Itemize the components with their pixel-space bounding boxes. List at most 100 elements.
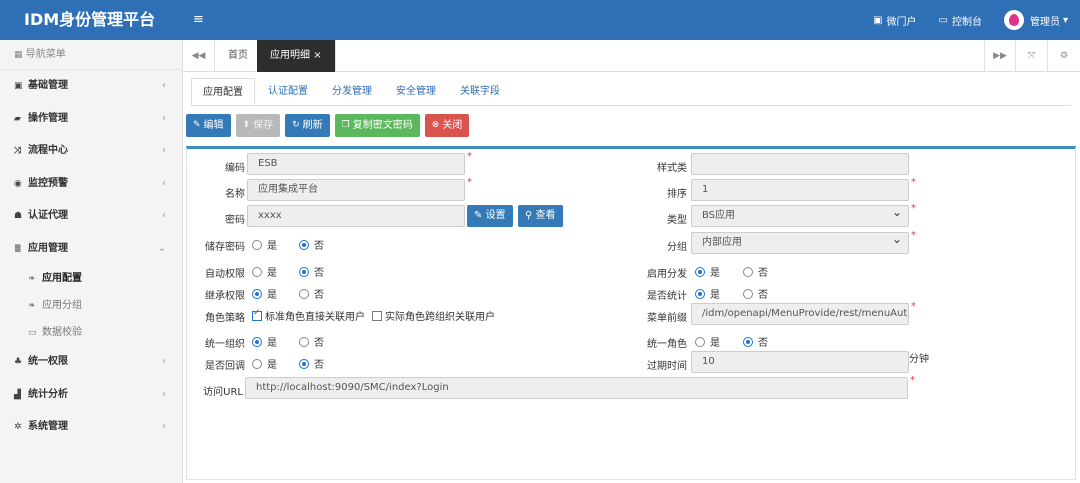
url-field[interactable]: http://localhost:9090/SMC/index?Login [245, 377, 908, 399]
sidebar-item-operation[interactable]: ▰ 操作管理 ‹ [0, 103, 182, 136]
scroll-right-icon[interactable]: ▶▶ [984, 40, 1016, 72]
role-policy-actual-checkbox[interactable]: 实际角色跨组织关联用户 [372, 308, 495, 323]
upload-icon: ⬆ [242, 120, 251, 130]
sidebar-item-flow[interactable]: ⤨ 流程中心 ‹ [0, 135, 182, 168]
callback-no[interactable]: 否 [299, 356, 324, 371]
name-field[interactable]: 应用集成平台 [247, 179, 465, 201]
tab-app-detail[interactable]: 应用明细 × [257, 40, 336, 72]
sidebar-item-auth-proxy[interactable]: ☗ 认证代理 ‹ [0, 200, 182, 233]
group-label: 分组 [667, 242, 687, 253]
edit-icon: ✎ [474, 210, 486, 221]
sidebar-item-statistics[interactable]: ▟ 统计分析 ‹ [0, 379, 182, 412]
store-password-no[interactable]: 否 [299, 237, 324, 252]
close-circle-icon: ⊗ [431, 120, 440, 130]
top-right-nav: ▣ 微门户 ▭ 控制台 管理员 ▾ [851, 0, 1068, 40]
sidebar-item-permission[interactable]: ♣ 统一权限 ‹ [0, 346, 182, 379]
save-button[interactable]: ⬆ 保存 [235, 114, 281, 137]
callback-label: 是否回调 [205, 361, 245, 372]
order-field[interactable]: 1 [691, 179, 909, 201]
app-title: IDM身份管理平台 [24, 10, 156, 29]
password-field[interactable]: xxxx [247, 205, 465, 227]
gear-icon[interactable]: ⚙ [1048, 40, 1080, 72]
top-bar: IDM身份管理平台 ≡ ▣ 微门户 ▭ 控制台 管理员 ▾ [0, 0, 1080, 40]
enable-distribution-yes[interactable]: 是 [695, 264, 720, 279]
sidebar: ▦ 导航菜单 ▣ 基础管理 ‹ ▰ 操作管理 ‹ ⤨ 流程中心 ‹ ◉ 监控预警 ‹ ☗ 认证代理… [0, 40, 183, 483]
book-icon: ▰ [14, 113, 21, 124]
type-select[interactable]: BS应用 [691, 205, 909, 227]
portal-link[interactable]: ▣ 微门户 [873, 13, 916, 28]
list-icon: ≣ [14, 243, 22, 254]
subtab-divider [191, 105, 1071, 106]
folder-icon: ▭ [28, 328, 37, 338]
subtab-app-config[interactable]: 应用配置 [191, 78, 255, 106]
tab-home[interactable]: 首页 [215, 40, 262, 72]
shuffle-icon: ⤨ [14, 146, 22, 156]
order-label: 排序 [667, 189, 687, 200]
auto-permission-no[interactable]: 否 [299, 264, 324, 279]
user-menu[interactable]: 管理员 ▾ [1003, 10, 1068, 30]
enable-distribution-no[interactable]: 否 [743, 264, 768, 279]
refresh-button[interactable]: ↻ 刷新 [285, 114, 330, 137]
code-field[interactable]: ESB [247, 153, 465, 175]
type-label: 类型 [667, 215, 687, 226]
main-content: 应用配置 认证配置 分发管理 安全管理 关联字段 ✎ 编辑 ⬆ 保存 ↻ 刷新 ❐ 复制… [183, 72, 1080, 483]
required-mark: * [911, 203, 916, 214]
sidebar-header: ▦ 导航菜单 [0, 40, 182, 70]
style-class-field[interactable] [691, 153, 909, 175]
leaf-icon: ❧ [28, 301, 36, 311]
close-button[interactable]: ⊗ 关闭 [424, 114, 470, 137]
fullscreen-icon[interactable]: ⤧ [1016, 40, 1048, 72]
role-policy-label: 角色策略 [205, 313, 245, 324]
inherit-permission-no[interactable]: 否 [299, 286, 324, 301]
unify-org-yes[interactable]: 是 [252, 334, 277, 349]
store-password-yes[interactable]: 是 [252, 237, 277, 252]
gears-icon: ✲ [14, 422, 22, 432]
unify-role-yes[interactable]: 是 [695, 334, 720, 349]
sidebar-subitem-data-check[interactable]: ▭ 数据校验 [0, 319, 182, 346]
view-password-button[interactable]: ⚲ 查看 [518, 205, 563, 227]
menu-toggle-icon[interactable]: ≡ [193, 0, 204, 40]
edit-icon: ✎ [193, 120, 201, 130]
role-policy-standard-checkbox[interactable]: 标准角色直接关联用户 [252, 308, 365, 323]
subtab-distribution[interactable]: 分发管理 [321, 78, 383, 106]
avatar [1003, 10, 1024, 30]
caret-down-icon: ▾ [1062, 14, 1068, 26]
close-icon[interactable]: × [313, 50, 321, 61]
scroll-left-icon[interactable]: ◀◀ [183, 40, 215, 72]
callback-yes[interactable]: 是 [252, 356, 277, 371]
subtab-auth-config[interactable]: 认证配置 [257, 78, 319, 106]
chevron-left-icon: ‹ [162, 421, 166, 432]
auto-permission-yes[interactable]: 是 [252, 264, 277, 279]
sidebar-subitem-app-config[interactable]: ❧ 应用配置 [0, 265, 182, 292]
group-select[interactable]: 内部应用 [691, 232, 909, 254]
required-mark: * [911, 301, 916, 312]
app-config-form: 编码 ESB * 名称 应用集成平台 * 密码 xxxx ✎ 设置 ⚲ 查看 储… [186, 146, 1076, 480]
menu-prefix-field[interactable]: /idm/openapi/MenuProvide/rest/menuAut [691, 303, 909, 325]
set-password-button[interactable]: ✎ 设置 [467, 205, 513, 227]
subtab-related-fields[interactable]: 关联字段 [449, 78, 511, 106]
inherit-permission-yes[interactable]: 是 [252, 286, 277, 301]
copy-password-button[interactable]: ❐ 复制密文密码 [334, 114, 420, 137]
sidebar-item-basic[interactable]: ▣ 基础管理 ‹ [0, 70, 182, 103]
chevron-left-icon: ‹ [162, 177, 166, 189]
action-toolbar: ✎ 编辑 ⬆ 保存 ↻ 刷新 ❐ 复制密文密码 ⊗ 关闭 [186, 114, 474, 137]
expire-time-field[interactable]: 10 [691, 351, 909, 373]
copy-icon: ❐ [341, 120, 350, 130]
statistics-no[interactable]: 否 [743, 286, 768, 301]
unify-org-no[interactable]: 否 [299, 334, 324, 349]
edit-button[interactable]: ✎ 编辑 [186, 114, 231, 137]
sidebar-item-app-mgmt[interactable]: ≣ 应用管理 ⌄ [0, 233, 182, 266]
sidebar-item-monitor[interactable]: ◉ 监控预警 ‹ [0, 168, 182, 201]
statistics-yes[interactable]: 是 [695, 286, 720, 301]
id-card-icon: ▣ [14, 81, 23, 91]
subtab-security[interactable]: 安全管理 [385, 78, 447, 106]
unify-role-no[interactable]: 否 [743, 334, 768, 349]
console-link[interactable]: ▭ 控制台 [939, 13, 982, 28]
sidebar-item-system[interactable]: ✲ 系统管理 ‹ [0, 411, 182, 444]
auto-permission-label: 自动权限 [205, 269, 245, 280]
chevron-left-icon: ‹ [162, 112, 166, 124]
required-mark: * [911, 230, 916, 241]
eye-icon: ◉ [14, 178, 22, 189]
chevron-left-icon: ‹ [162, 80, 166, 91]
sidebar-subitem-app-group[interactable]: ❧ 应用分组 [0, 292, 182, 319]
